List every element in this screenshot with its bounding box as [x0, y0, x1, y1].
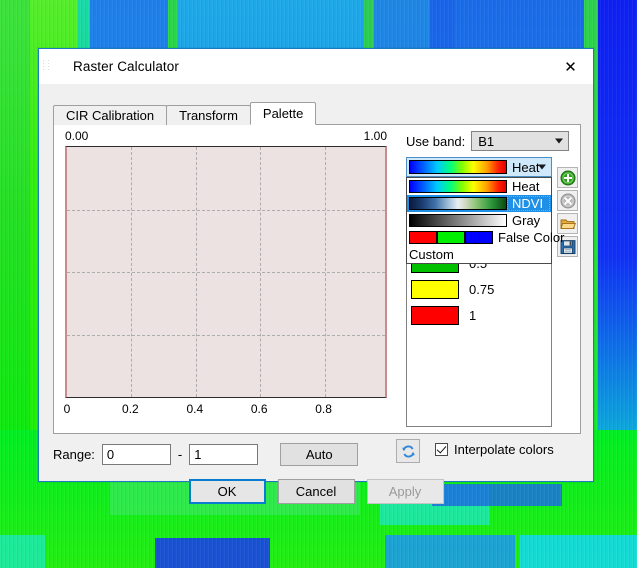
palette-option-false-color[interactable]: False Color [407, 229, 564, 246]
range-label: Range: [53, 446, 95, 462]
add-color-button[interactable] [557, 167, 578, 188]
tab-palette[interactable]: Palette [249, 102, 317, 125]
chart-max-label: 1.00 [363, 129, 387, 143]
stop-value: 0.75 [469, 281, 495, 297]
palette-option-label: Gray [512, 213, 541, 228]
ok-button[interactable]: OK [188, 479, 266, 504]
chart-plot-area[interactable] [65, 146, 387, 398]
palette-chart: 0.00 1.00 0 0.2 0.4 0.6 0.8 [54, 125, 399, 433]
palette-option-label: False Color [498, 230, 565, 245]
range-separator: - [177, 446, 183, 462]
chart-min-label: 0.00 [65, 129, 89, 143]
stop-value: 1 [469, 307, 477, 323]
list-item[interactable]: 0.75 [407, 276, 551, 302]
palette-select-value: Heat [512, 159, 540, 175]
range-min-input[interactable] [101, 443, 171, 465]
palette-select[interactable]: Heat [406, 157, 552, 177]
cancel-button[interactable]: Cancel [277, 479, 355, 504]
chart-xtick: 0.2 [122, 402, 139, 416]
refresh-icon [401, 444, 415, 458]
refresh-button[interactable] [396, 439, 420, 463]
band-select[interactable]: B1 [471, 131, 570, 151]
use-band-label: Use band: [406, 133, 466, 149]
close-circle-icon [560, 193, 575, 208]
palette-swatch-ndvi [409, 197, 507, 210]
palette-option-custom[interactable]: Custom [407, 246, 551, 263]
chart-xtick: 0.6 [250, 402, 268, 416]
tab-strip: CIR Calibration Transform Palette [53, 102, 317, 125]
tab-cir-calibration[interactable]: CIR Calibration [53, 105, 168, 125]
palette-option-ndvi[interactable]: NDVI [407, 195, 551, 212]
auto-range-button[interactable]: Auto [280, 442, 359, 466]
dialog-button-row: OK Cancel Apply [39, 479, 593, 504]
palette-swatch-heat [409, 160, 507, 174]
plus-circle-icon [560, 170, 575, 185]
close-icon[interactable]: ✕ [548, 49, 593, 84]
raster-filmstrip-icon [43, 58, 64, 76]
palette-controls: Use band: B1 0.5 0.75 [402, 125, 580, 433]
chart-gridline-h [67, 272, 385, 273]
band-select-value: B1 [478, 133, 495, 149]
range-max-input[interactable] [189, 443, 259, 465]
palette-option-heat[interactable]: Heat [407, 178, 551, 195]
focus-outline [507, 196, 550, 211]
interpolate-colors-row: Interpolate colors [435, 442, 554, 457]
chart-gridline-h [67, 209, 385, 211]
interpolate-colors-label: Interpolate colors [454, 442, 554, 457]
palette-option-label: Heat [512, 179, 540, 194]
tab-transform[interactable]: Transform [166, 105, 251, 125]
palette-swatch-gray [409, 214, 507, 227]
palette-swatch-false-color [409, 231, 493, 244]
chart-xtick: 0.4 [186, 402, 204, 416]
chevron-down-icon [538, 164, 546, 170]
use-band-row: Use band: B1 [406, 131, 570, 151]
palette-dropdown-list[interactable]: Heat NDVI Gray False Color Custom [406, 177, 564, 264]
list-item[interactable]: 1 [407, 302, 551, 328]
palette-option-label: Custom [409, 247, 454, 262]
chart-xtick: 0.8 [315, 402, 332, 416]
chevron-down-icon [555, 138, 564, 144]
window-title: Raster Calculator [73, 59, 179, 74]
chart-xtick: 0 [63, 402, 71, 416]
interpolate-colors-checkbox[interactable] [435, 443, 448, 456]
apply-button: Apply [366, 479, 444, 504]
palette-action-buttons [557, 167, 579, 259]
dialog-client-area: CIR Calibration Transform Palette 0.00 1… [39, 84, 593, 504]
palette-option-gray[interactable]: Gray [407, 212, 551, 229]
palette-tab-panel: 0.00 1.00 0 0.2 0.4 0.6 0.8 Use band: B1… [53, 124, 581, 434]
remove-color-button[interactable] [557, 190, 578, 211]
chart-gridline-h [67, 334, 385, 336]
color-swatch[interactable] [411, 279, 459, 299]
range-row: Range: - Auto [53, 442, 359, 466]
palette-swatch-heat [409, 180, 507, 193]
color-swatch[interactable] [411, 305, 459, 325]
title-bar: Raster Calculator ✕ [39, 49, 593, 84]
raster-calculator-dialog: Raster Calculator ✕ CIR Calibration Tran… [38, 48, 594, 504]
